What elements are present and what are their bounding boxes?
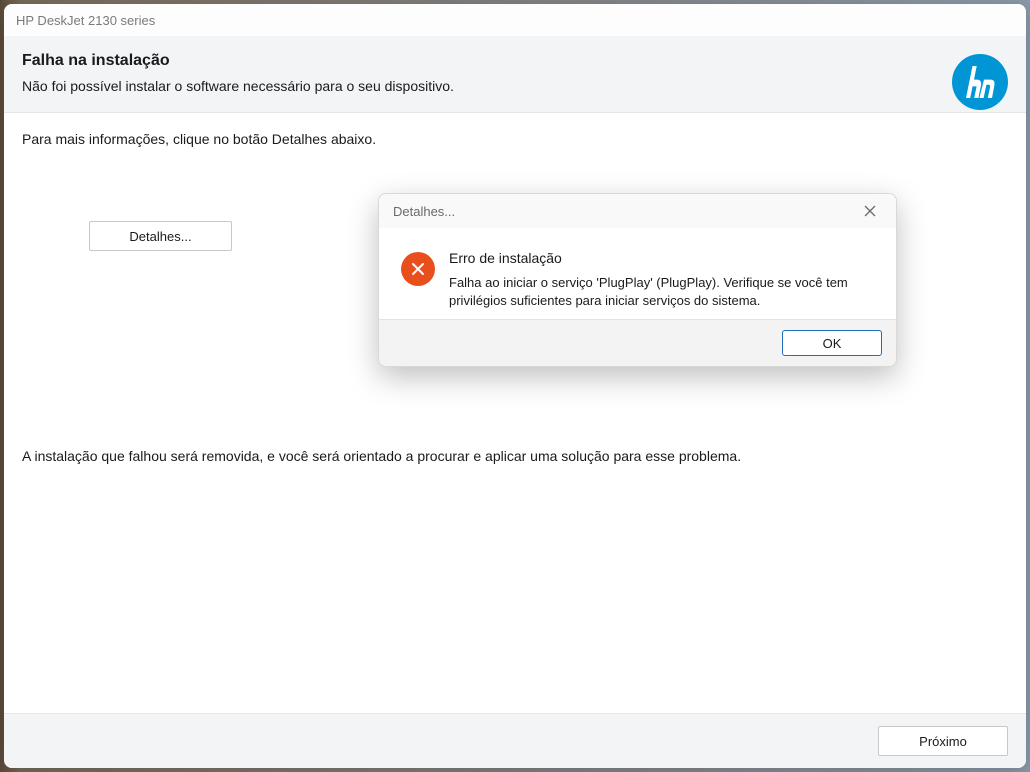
hp-logo-icon bbox=[952, 54, 1008, 110]
header-panel: Falha na instalação Não foi possível ins… bbox=[4, 36, 1026, 113]
dialog-titlebar: Detalhes... bbox=[379, 194, 896, 228]
ok-button[interactable]: OK bbox=[782, 330, 882, 356]
dialog-footer: OK bbox=[379, 319, 896, 366]
details-dialog: Detalhes... Erro de instalação Falha ao … bbox=[378, 193, 897, 367]
dialog-heading: Erro de instalação bbox=[449, 250, 874, 266]
next-button[interactable]: Próximo bbox=[878, 726, 1008, 756]
header-subheading: Não foi possível instalar o software nec… bbox=[22, 78, 1008, 94]
dialog-text-block: Erro de instalação Falha ao iniciar o se… bbox=[449, 250, 874, 309]
instruction-text-2: A instalação que falhou será removida, e… bbox=[22, 448, 741, 464]
header-heading: Falha na instalação bbox=[22, 52, 1008, 70]
dialog-title: Detalhes... bbox=[393, 204, 455, 219]
details-button[interactable]: Detalhes... bbox=[89, 221, 232, 251]
dialog-message: Falha ao iniciar o serviço 'PlugPlay' (P… bbox=[449, 274, 874, 309]
close-icon[interactable] bbox=[858, 199, 882, 223]
installer-window: HP DeskJet 2130 series Falha na instalaç… bbox=[4, 4, 1026, 768]
window-titlebar: HP DeskJet 2130 series bbox=[4, 4, 1026, 36]
window-title: HP DeskJet 2130 series bbox=[16, 13, 155, 28]
error-icon bbox=[401, 252, 435, 286]
footer-panel: Próximo bbox=[4, 713, 1026, 768]
dialog-body: Erro de instalação Falha ao iniciar o se… bbox=[379, 228, 896, 319]
instruction-text-1: Para mais informações, clique no botão D… bbox=[22, 131, 1008, 147]
